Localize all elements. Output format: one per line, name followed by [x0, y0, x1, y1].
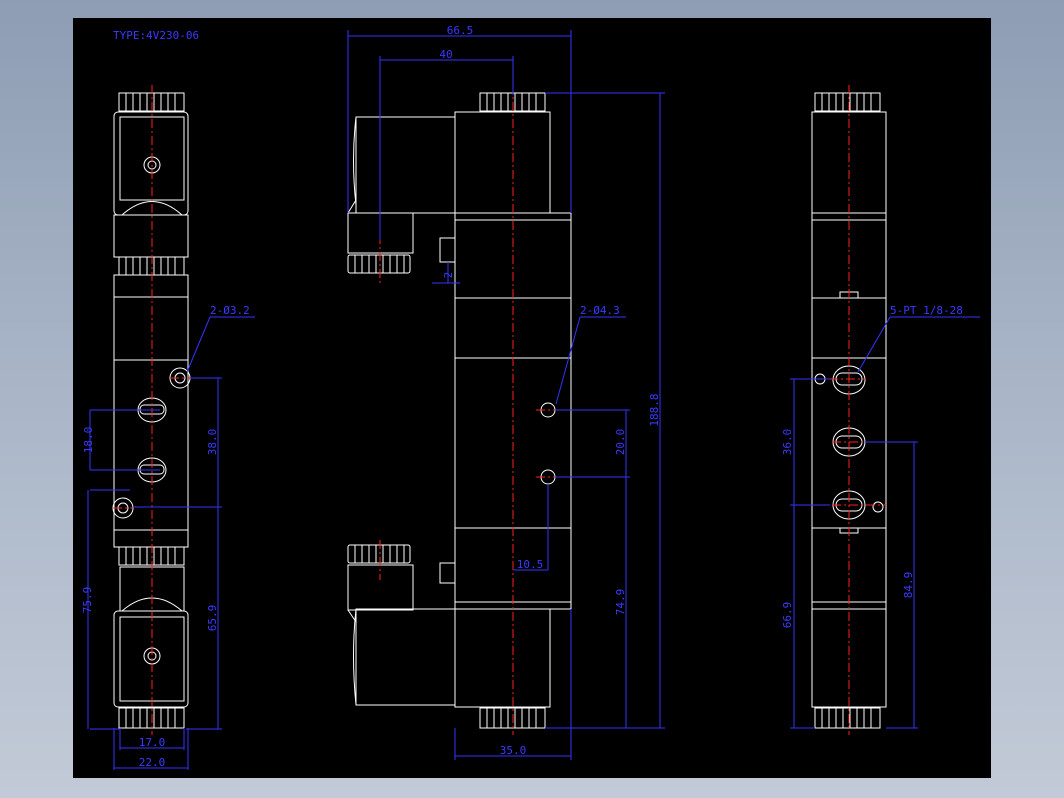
dim-22-0: 22.0	[139, 756, 166, 769]
dim-17-0: 17.0	[139, 736, 166, 749]
dim-35-0: 35.0	[500, 744, 527, 757]
left-holes-callout: 2-Ø3.2	[210, 304, 250, 317]
middle-view: 66.5 40 188.8 35.0 2-Ø4.3 20.0 74.9 10.5…	[347, 24, 665, 760]
dim-188-8: 188.8	[648, 393, 661, 426]
cad-drawing: TYPE:4V230-06 2-Ø3.2 18.0 38.0 75.9 65.9…	[81, 24, 980, 770]
drawing-canvas: TYPE:4V230-06 2-Ø3.2 18.0 38.0 75.9 65.9…	[73, 18, 991, 778]
lower-connector-knurled-ring	[347, 544, 411, 564]
dim-10-5: 10.5	[517, 558, 544, 571]
dim-74-9: 74.9	[614, 589, 627, 616]
left-view: 2-Ø3.2 18.0 38.0 75.9 65.9 17.0 22.0	[81, 85, 255, 770]
dim-75-9: 75.9	[81, 587, 94, 614]
dim-36-0: 36.0	[781, 429, 794, 456]
dim-66-5: 66.5	[447, 24, 474, 37]
dim-40: 40	[439, 48, 452, 61]
dim-18-0: 18.0	[82, 427, 95, 454]
right-bottom-knurled-cap	[814, 707, 881, 729]
dim-84-9: 84.9	[902, 572, 915, 599]
right-ports-callout: 5-PT 1/8-28	[890, 304, 963, 317]
upper-connector-knurled-ring	[347, 254, 411, 274]
dim-38-0: 38.0	[206, 429, 219, 456]
dim-20-0: 20.0	[614, 429, 627, 456]
right-top-knurled-cap	[814, 92, 881, 112]
right-view: 5-PT 1/8-28 36.0 84.9 66.9	[781, 85, 980, 735]
dim-2: 2	[442, 272, 455, 279]
mid-holes-callout: 2-Ø4.3	[580, 304, 620, 317]
drawing-title: TYPE:4V230-06	[113, 29, 199, 42]
dim-66-9: 66.9	[781, 602, 794, 629]
middle-dimensions	[347, 30, 665, 760]
left-dimensions	[87, 316, 255, 770]
right-dimensions	[790, 316, 980, 729]
right-pilot-hole-right	[872, 501, 884, 513]
dim-65-9: 65.9	[206, 605, 219, 632]
